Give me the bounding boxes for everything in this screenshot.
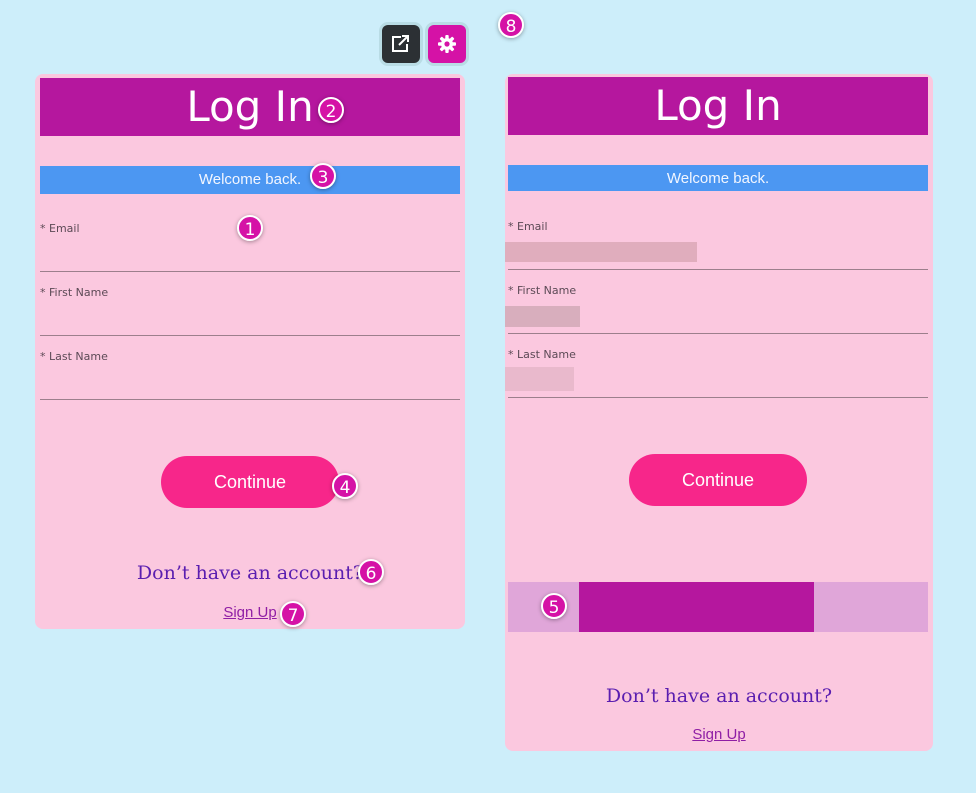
last-name-input[interactable]: [40, 371, 460, 397]
email-placeholder-block: [505, 242, 697, 262]
preview-card: Log In Welcome back. * Email * First Nam…: [505, 74, 933, 751]
open-external-button[interactable]: [382, 25, 420, 63]
email-label: * Email: [40, 222, 80, 235]
preview-signup-link-row: Sign Up: [505, 726, 933, 744]
gear-icon: [438, 35, 456, 53]
last-name-label: * Last Name: [40, 350, 108, 363]
signup-link-row: Sign Up: [35, 604, 465, 622]
welcome-banner: Welcome back.: [40, 166, 460, 194]
login-title: Log In: [40, 78, 460, 136]
open-external-icon: [392, 35, 410, 52]
signup-link[interactable]: Sign Up: [223, 604, 276, 621]
login-card: Log In Welcome back. * Email * First Nam…: [35, 74, 465, 629]
last-name-field: * Last Name: [40, 350, 460, 400]
email-input[interactable]: [40, 243, 460, 269]
badge-2: 2: [318, 97, 344, 123]
continue-button[interactable]: Continue: [161, 456, 339, 508]
preview-title: Log In: [508, 77, 928, 135]
badge-6: 6: [358, 559, 384, 585]
preview-highlight-block: [579, 582, 814, 632]
preview-continue-button[interactable]: Continue: [629, 454, 807, 506]
first-name-field: * First Name: [40, 286, 460, 336]
preview-highlight-band: [508, 582, 928, 632]
last-name-placeholder-block: [505, 367, 574, 391]
preview-signup-link[interactable]: Sign Up: [692, 726, 745, 743]
preview-welcome-banner: Welcome back.: [508, 165, 928, 191]
badge-4: 4: [332, 473, 358, 499]
preview-no-account-text: Don’t have an account?: [605, 685, 833, 707]
first-name-placeholder-block: [505, 306, 580, 327]
first-name-label: * First Name: [40, 286, 109, 299]
badge-3: 3: [310, 163, 336, 189]
no-account-text: Don’t have an account?: [136, 562, 364, 584]
settings-button[interactable]: [428, 25, 466, 63]
preview-last-name-label: * Last Name: [508, 348, 576, 361]
preview-email-label: * Email: [508, 220, 548, 233]
badge-5: 5: [541, 593, 567, 619]
preview-first-name-label: * First Name: [508, 284, 577, 297]
badge-1: 1: [237, 215, 263, 241]
badge-8: 8: [498, 12, 524, 38]
badge-7: 7: [280, 601, 306, 627]
first-name-input[interactable]: [40, 307, 460, 333]
